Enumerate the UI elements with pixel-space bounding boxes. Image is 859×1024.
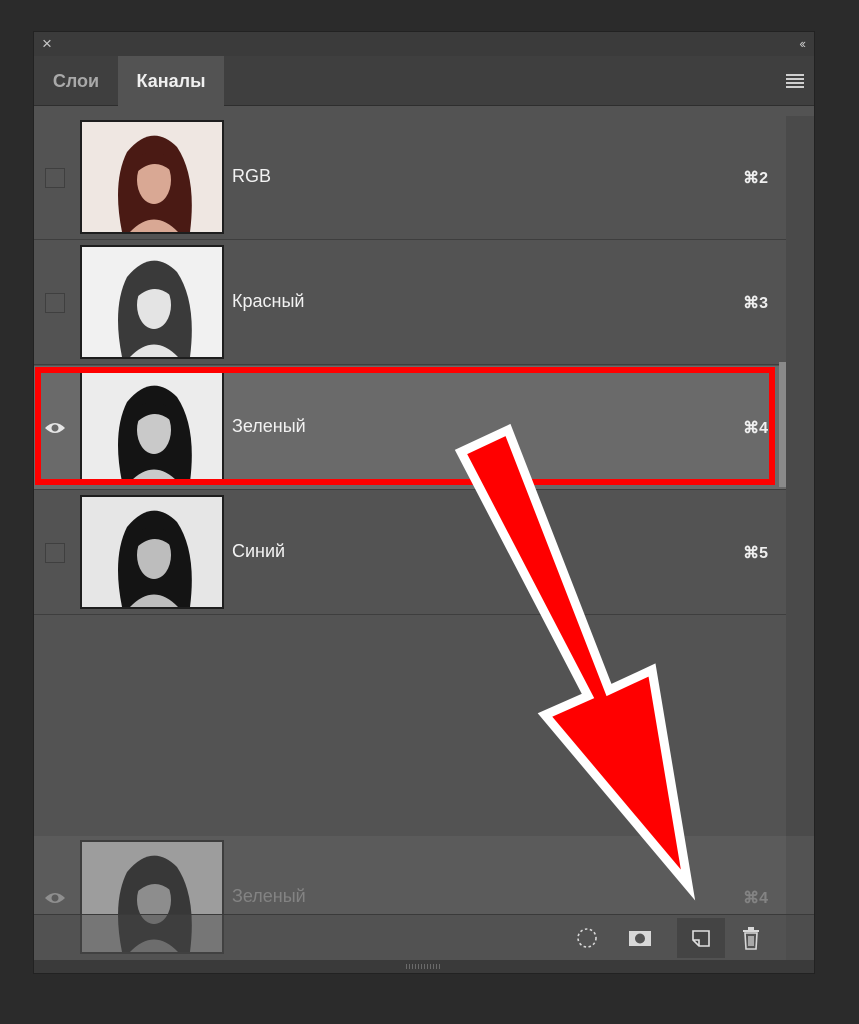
visibility-toggle[interactable] (45, 293, 65, 313)
new-channel-icon (692, 930, 710, 947)
channel-name: Синий (232, 541, 286, 561)
new-channel-button[interactable] (677, 918, 725, 958)
ghost-channel-name: Зеленый (232, 886, 306, 906)
visibility-toggle[interactable] (45, 543, 65, 563)
eye-icon[interactable] (44, 420, 66, 436)
resize-handle[interactable] (34, 960, 814, 973)
bottom-toolbar (34, 914, 814, 961)
tab-layers[interactable]: Слои (34, 56, 118, 106)
channel-thumbnail (80, 120, 224, 234)
channel-shortcut: ⌘5 (743, 545, 768, 562)
channel-thumbnail (80, 370, 224, 484)
save-selection-mask-icon[interactable] (625, 923, 655, 953)
close-icon[interactable]: × (42, 35, 52, 53)
channel-row[interactable]: Красный ⌘3 (34, 241, 786, 365)
hamburger-menu-icon[interactable] (786, 74, 804, 90)
channel-row[interactable]: Синий ⌘5 (34, 491, 786, 615)
channel-name: RGB (232, 166, 272, 186)
channel-name: Красный (232, 291, 305, 311)
channel-name: Зеленый (232, 416, 306, 436)
scrollbar-track[interactable] (786, 116, 814, 836)
trash-icon[interactable] (736, 923, 766, 953)
tab-bar: Слои Каналы (34, 56, 814, 107)
channels-panel: × ‹‹ Слои Каналы RGB ⌘2 Красный ⌘3 Зеленый ⌘4… (33, 31, 815, 974)
channel-thumbnail (80, 495, 224, 609)
ghost-channel-shortcut: ⌘4 (743, 890, 768, 907)
channel-shortcut: ⌘2 (743, 170, 768, 187)
panel-titlebar: × ‹‹ (34, 32, 814, 56)
tab-channels[interactable]: Каналы (118, 56, 224, 107)
channel-row[interactable]: Зеленый ⌘4 (34, 366, 786, 490)
channel-thumbnail (80, 245, 224, 359)
scrollbar-thumb[interactable] (779, 362, 786, 487)
channel-shortcut: ⌘4 (743, 420, 768, 437)
collapse-panel-icon[interactable]: ‹‹ (799, 36, 806, 51)
channel-row[interactable]: RGB ⌘2 (34, 116, 786, 240)
visibility-toggle[interactable] (45, 168, 65, 188)
channel-shortcut: ⌘3 (743, 295, 768, 312)
eye-icon (45, 893, 65, 903)
load-selection-icon[interactable] (572, 923, 602, 953)
